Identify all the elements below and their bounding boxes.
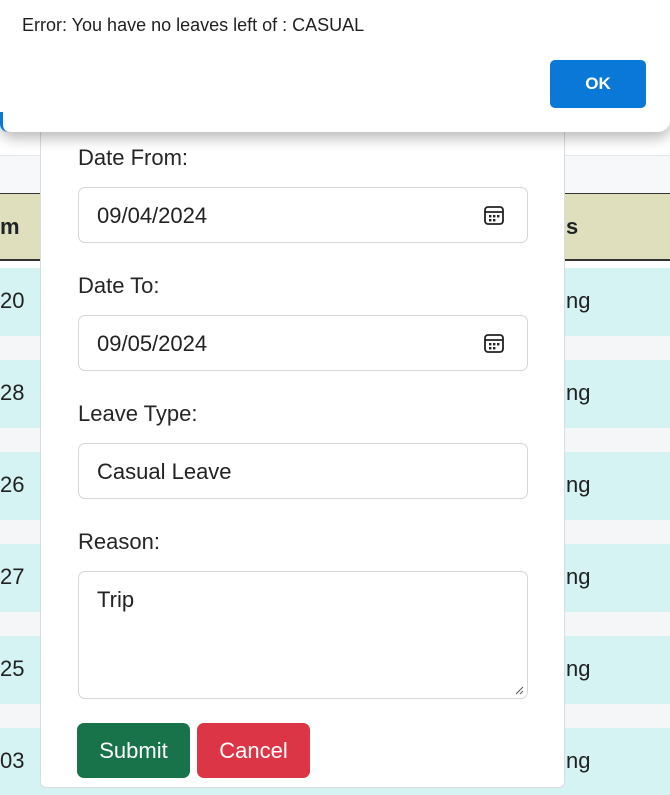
leave-type-label: Leave Type: bbox=[78, 401, 198, 426]
cell-left: 28 bbox=[0, 380, 25, 405]
cancel-button[interactable]: Cancel bbox=[197, 723, 310, 778]
date-to-value: 09/05/2024 bbox=[97, 331, 208, 356]
column-header-left: m bbox=[0, 214, 20, 239]
cell-left: 25 bbox=[0, 656, 25, 681]
cell-status: ng bbox=[566, 748, 591, 773]
date-from-value: 09/04/2024 bbox=[97, 203, 208, 228]
column-header-status: s bbox=[566, 214, 579, 239]
reason-value: Trip bbox=[97, 587, 135, 612]
leave-type-select[interactable]: Casual Leave bbox=[78, 443, 528, 499]
date-from-field[interactable]: 09/04/2024 bbox=[78, 187, 528, 243]
cell-status: ng bbox=[566, 380, 591, 405]
cell-status: ng bbox=[566, 656, 591, 681]
ok-button[interactable]: OK bbox=[550, 60, 646, 108]
date-from-label: Date From: bbox=[78, 145, 189, 170]
submit-button[interactable]: Submit bbox=[77, 723, 190, 778]
alert-message: Error: You have no leaves left of : CASU… bbox=[22, 15, 365, 35]
resize-grip-icon[interactable] bbox=[514, 685, 524, 695]
reason-label: Reason: bbox=[78, 529, 160, 554]
leave-form-modal: Date From: 09/04/2024 Date To: 09/05/202… bbox=[40, 100, 565, 788]
date-to-field[interactable]: 09/05/2024 bbox=[78, 315, 528, 371]
leave-type-value: Casual Leave bbox=[97, 459, 232, 484]
cell-status: ng bbox=[566, 564, 591, 589]
cell-status: ng bbox=[566, 472, 591, 497]
cell-status: ng bbox=[566, 288, 591, 313]
calendar-icon[interactable] bbox=[483, 332, 505, 354]
date-to-label: Date To: bbox=[78, 273, 160, 298]
cell-left: 03 bbox=[0, 748, 25, 773]
error-alert-dialog: Error: You have no leaves left of : CASU… bbox=[0, 0, 670, 132]
reason-textarea[interactable]: Trip bbox=[78, 571, 528, 699]
cell-left: 20 bbox=[0, 288, 25, 313]
cell-left: 27 bbox=[0, 564, 25, 589]
cell-left: 26 bbox=[0, 472, 25, 497]
focus-edge-indicator bbox=[0, 112, 8, 132]
calendar-icon[interactable] bbox=[483, 204, 505, 226]
